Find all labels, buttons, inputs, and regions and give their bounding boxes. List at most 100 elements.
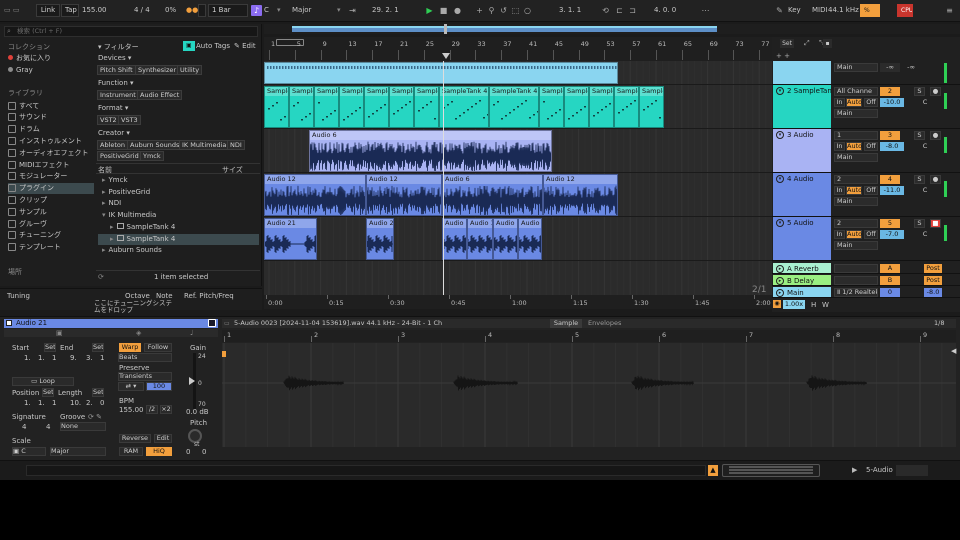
refresh-icon[interactable]: ⟳ (98, 273, 104, 281)
arrangement-clip[interactable]: Audio 1 (467, 218, 493, 260)
solo-button[interactable]: S (914, 131, 925, 140)
return-letter[interactable]: B (880, 276, 900, 285)
tag-instrument[interactable]: Instrument (97, 90, 139, 100)
preserve-select[interactable]: Transients (118, 372, 172, 381)
bpm-field[interactable]: 155.00 (119, 406, 144, 414)
volume-field[interactable]: -8.0 (880, 142, 904, 151)
track-output-select[interactable]: Main (834, 109, 878, 118)
result-item[interactable]: ▾ IK Multimedia (98, 210, 259, 221)
expand-icon[interactable]: ▸ (102, 176, 106, 184)
monitor-auto-button[interactable]: Auto (846, 230, 862, 239)
start-beat[interactable]: 1. (38, 354, 45, 362)
metronome-icon[interactable]: ●● (186, 4, 198, 17)
sidebar-item-mod[interactable]: モジュレーター (8, 171, 94, 182)
clip-tab-icon[interactable]: ▣ (56, 329, 63, 337)
mixer-track-1[interactable]: Main -∞ -∞ (772, 61, 960, 85)
sidebar-item-tmpl[interactable]: テンプレート (8, 242, 94, 253)
arrangement-view[interactable]: SampleSampleSampleSampleSampleSampleSamp… (264, 61, 772, 295)
arrangement-clip[interactable]: Audio 1 (442, 218, 467, 260)
sidebar-item-midi[interactable]: MIDIエフェクト (8, 159, 94, 170)
sidebar-item-favorites[interactable]: お気に入り (8, 52, 51, 63)
solo-button[interactable]: S (914, 175, 925, 184)
expand-icon[interactable]: ▸ (102, 246, 106, 254)
add-icon[interactable]: + + (776, 52, 790, 60)
arrangement-clip[interactable]: Sample (389, 86, 414, 128)
metronome-toggle[interactable] (198, 4, 206, 17)
tag-utility[interactable]: Utility (177, 65, 203, 75)
follow-button[interactable]: Follow (144, 343, 172, 352)
track-header[interactable]: ▾ 5 Audio (773, 217, 831, 260)
position-sixteenth[interactable]: 1 (52, 399, 56, 407)
arm-button[interactable]: ● (930, 175, 941, 184)
monitor-in-button[interactable]: In (834, 186, 845, 195)
play-icon[interactable]: ▶ (424, 5, 435, 16)
sidebar-item-tune[interactable]: チューニング (8, 230, 94, 241)
pan-field[interactable]: C (920, 98, 930, 107)
double-tempo-button[interactable]: ×2 (160, 405, 172, 414)
solo-button[interactable]: S (914, 87, 925, 96)
track-header[interactable]: ▾ 2 SampleTan (773, 85, 832, 128)
monitor-auto-button[interactable]: Auto (846, 98, 862, 107)
reverse-button[interactable]: Reverse (119, 434, 151, 443)
result-item[interactable]: ▸ SampleTank 4 (98, 222, 259, 233)
sidebar-item-drum[interactable]: ドラム (8, 124, 94, 135)
end-beat[interactable]: 3. (86, 354, 93, 362)
result-item[interactable]: ▸ SampleTank 4 (98, 233, 259, 245)
mixer-track-2[interactable]: ▾ 2 SampleTan All Channe In Auto Off Main 2 S ● -1… (772, 85, 960, 129)
fold-icon[interactable]: ▾ (776, 219, 784, 227)
edit-filters-button[interactable]: ✎ Edit (234, 42, 256, 50)
return-input[interactable] (834, 276, 878, 285)
arrangement-clip[interactable]: Sample (289, 86, 314, 128)
main-track[interactable]: ▸ Main Ⅱ 1/2 Realtek 0 -8.0 (772, 287, 960, 298)
zoom-icon[interactable]: ◉ (773, 300, 781, 308)
track-header[interactable]: ▾ 3 Audio (773, 129, 831, 172)
clip-title-bar[interactable]: Audio 21 (4, 319, 218, 328)
warp-button[interactable]: Warp (119, 343, 141, 352)
pitch-tab-icon[interactable]: ♩ (190, 329, 193, 337)
return-post-button[interactable]: Post (924, 276, 942, 285)
volume-value[interactable]: -∞ (902, 63, 920, 72)
volume-field[interactable]: -7.0 (880, 230, 904, 239)
menu-icon[interactable]: ≡ (944, 5, 955, 16)
main-number[interactable]: 0 (880, 288, 900, 297)
arrangement-clip[interactable]: Sample (414, 86, 439, 128)
arrangement-clip[interactable]: Audio 12 (543, 174, 618, 216)
sample-waveform[interactable]: ◀ (222, 343, 956, 447)
time-signature-field[interactable]: 4 / 4 (134, 4, 150, 17)
position-set-button[interactable]: Set (42, 388, 54, 397)
pan-field[interactable]: C (920, 142, 930, 151)
clip-scale-root-select[interactable]: ▣ C (12, 447, 46, 456)
track-number-button[interactable]: 4 (880, 175, 900, 184)
groove-select[interactable]: None (60, 422, 106, 431)
arrangement-clip[interactable]: Audio 21 (264, 218, 317, 260)
loop-length-field[interactable]: 4. 0. 0 (654, 4, 676, 17)
length-sixteenth[interactable]: 0 (100, 399, 104, 407)
loop-mode-select[interactable]: ⇄ ▾ (118, 382, 144, 391)
signature-denominator[interactable]: 4 (46, 423, 50, 431)
sample-tab-icon[interactable]: ◈ (136, 329, 141, 337)
hiq-button[interactable]: HiQ (146, 447, 172, 456)
arrangement-clip[interactable]: Audio 12 (366, 174, 442, 216)
capture-icon[interactable]: ⬚ (510, 5, 521, 16)
overview-minimap[interactable] (722, 464, 820, 477)
mixer-track-4[interactable]: ▾ 4 Audio 2 In Auto Off Main 4 S ● -11.0 C (772, 173, 960, 217)
return-letter[interactable]: A (880, 264, 900, 273)
tag-audio-effect[interactable]: Audio Effect (137, 90, 183, 100)
end-sixteenth[interactable]: 1 (100, 354, 104, 362)
loop-start-field[interactable]: 3. 1. 1 (559, 4, 581, 17)
tag-positivegrid[interactable]: PositiveGrid (97, 151, 142, 161)
result-item[interactable]: ▸ Ymck (98, 175, 259, 186)
tag-ik-multimedia[interactable]: IK Multimedia (179, 140, 230, 150)
envelope-field[interactable]: 100 (146, 382, 172, 391)
automation-arm-icon[interactable]: ⚲ (486, 5, 497, 16)
ram-button[interactable]: RAM (119, 447, 143, 456)
length-set-button[interactable]: Set (92, 388, 104, 397)
track-header[interactable] (773, 61, 831, 84)
track-lane-1[interactable] (264, 61, 772, 85)
result-item[interactable]: ▸ NDI (98, 198, 259, 209)
arrangement-clip[interactable]: SampleTank 4 (439, 86, 489, 128)
record-icon[interactable]: ● (452, 5, 463, 16)
track-output-select[interactable]: Main (834, 241, 878, 250)
clip-strip[interactable] (264, 62, 618, 84)
arrangement-clip[interactable]: Audio 21 (366, 218, 394, 260)
